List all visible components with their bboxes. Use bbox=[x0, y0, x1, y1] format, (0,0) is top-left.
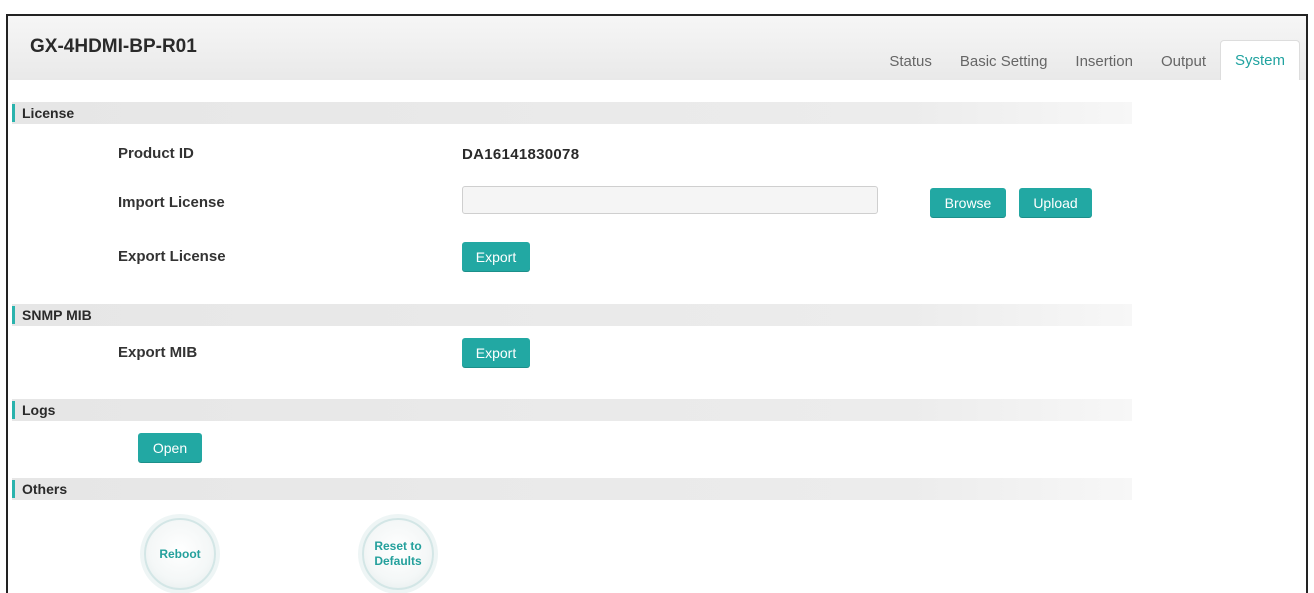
tab-insertion[interactable]: Insertion bbox=[1061, 44, 1147, 80]
header-bar: GX-4HDMI-BP-R01 Status Basic Setting Ins… bbox=[8, 16, 1306, 80]
import-license-label: Import License bbox=[118, 194, 225, 211]
tab-basic-setting[interactable]: Basic Setting bbox=[946, 44, 1062, 80]
reset-label-line1: Reset to bbox=[374, 539, 422, 553]
reset-label: Reset to Defaults bbox=[374, 539, 421, 569]
section-license-header: License bbox=[12, 102, 1132, 124]
tab-output[interactable]: Output bbox=[1147, 44, 1220, 80]
reset-to-defaults-button[interactable]: Reset to Defaults bbox=[362, 518, 434, 590]
app-frame: GX-4HDMI-BP-R01 Status Basic Setting Ins… bbox=[6, 14, 1308, 593]
export-license-label: Export License bbox=[118, 248, 226, 265]
tab-bar: Status Basic Setting Insertion Output Sy… bbox=[875, 40, 1300, 80]
tab-system[interactable]: System bbox=[1219, 40, 1300, 80]
export-mib-label: Export MIB bbox=[118, 344, 198, 361]
upload-button[interactable]: Upload bbox=[1019, 188, 1092, 218]
device-title: GX-4HDMI-BP-R01 bbox=[30, 36, 197, 57]
product-id-value: DA16141830078 bbox=[462, 146, 580, 163]
tab-status[interactable]: Status bbox=[875, 44, 946, 80]
product-id-label: Product ID bbox=[118, 145, 194, 162]
export-license-button[interactable]: Export bbox=[462, 242, 530, 272]
import-license-input[interactable] bbox=[462, 186, 878, 214]
section-others-header: Others bbox=[12, 478, 1132, 500]
reboot-label: Reboot bbox=[159, 546, 201, 561]
export-mib-button[interactable]: Export bbox=[462, 338, 530, 368]
section-snmp-mib-header: SNMP MIB bbox=[12, 304, 1132, 326]
reboot-button[interactable]: Reboot bbox=[144, 518, 216, 590]
open-logs-button[interactable]: Open bbox=[138, 433, 202, 463]
reset-label-line2: Defaults bbox=[374, 554, 422, 568]
section-logs-header: Logs bbox=[12, 399, 1132, 421]
browse-button[interactable]: Browse bbox=[930, 188, 1006, 218]
